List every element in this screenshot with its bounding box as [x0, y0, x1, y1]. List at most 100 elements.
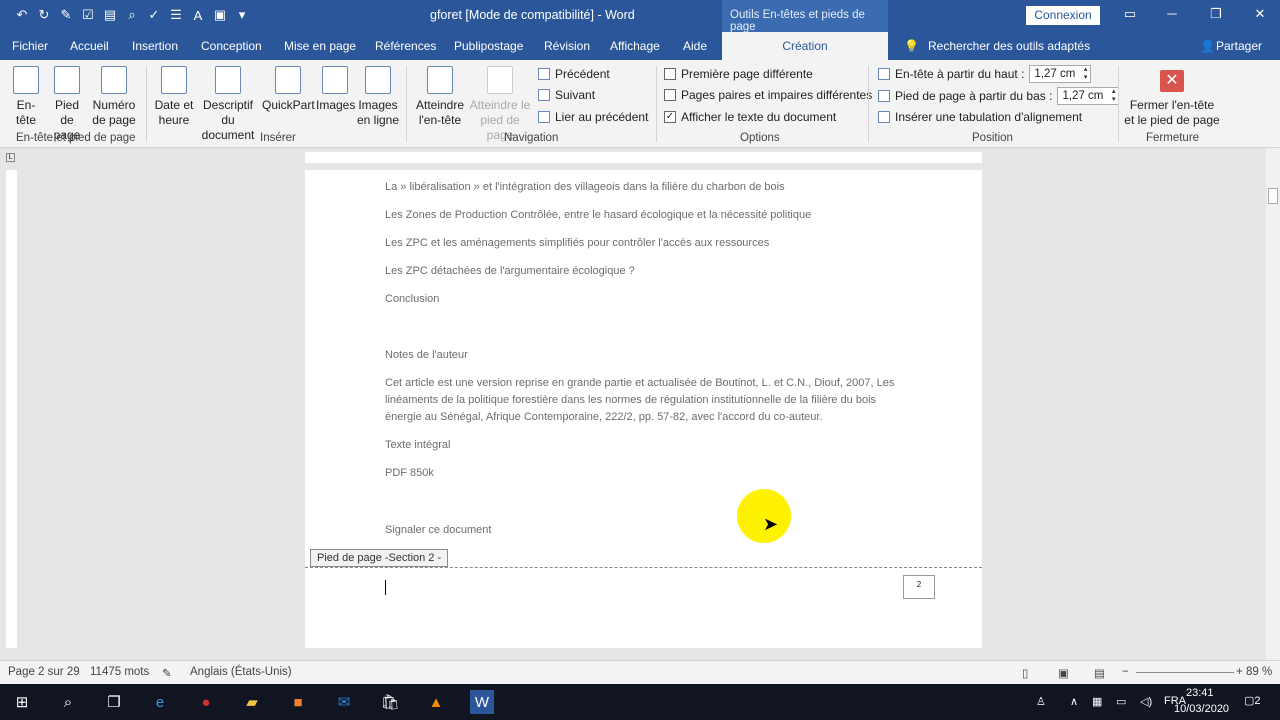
zoom-level[interactable]: 89 %	[1246, 666, 1272, 678]
atteindre-entete-button[interactable]: Atteindre l'en-tête	[414, 66, 466, 128]
search-tools-link[interactable]: Rechercher des outils adaptés	[928, 39, 1090, 53]
tab-publipostage[interactable]: Publipostage	[454, 39, 523, 53]
quickpart-button[interactable]: QuickPart	[262, 66, 315, 113]
page-count[interactable]: Page 2 sur 29	[8, 666, 80, 678]
insert-tab-button[interactable]: Insérer une tabulation d'alignement	[878, 110, 1082, 124]
tab-selector[interactable]: L	[6, 153, 15, 162]
ribbon-display-icon[interactable]: ▭	[1120, 6, 1140, 24]
lier-precedent-button[interactable]: Lier au précédent	[538, 110, 648, 124]
text-line[interactable]: Texte intégral	[385, 439, 450, 451]
tab-mise-en-page[interactable]: Mise en page	[284, 39, 356, 53]
tab-creation[interactable]: Création	[722, 32, 888, 60]
numbering-icon[interactable]: ☰	[168, 7, 184, 23]
store-icon[interactable]: 🛍	[378, 690, 402, 714]
chevron-up-icon[interactable]: ∧	[1070, 695, 1078, 708]
tab-affichage[interactable]: Affichage	[610, 39, 660, 53]
save-icon[interactable]: ▣	[212, 7, 228, 23]
battery-icon[interactable]: ▭	[1116, 695, 1126, 708]
document-page[interactable]: La » libéralisation » et l'intégration d…	[305, 170, 982, 648]
text-line[interactable]: Les ZPC et les aménagements simplifiés p…	[385, 237, 769, 249]
text-line[interactable]: Cet article est une version reprise en g…	[385, 377, 894, 389]
text-line[interactable]: Signaler ce document	[385, 524, 491, 536]
close-icon[interactable]: ✕	[1250, 6, 1270, 24]
text-line[interactable]: Les Zones de Production Contrôlée, entre…	[385, 209, 811, 221]
edge-icon[interactable]: e	[148, 690, 172, 714]
checkbox-icon[interactable]	[664, 68, 676, 80]
notification-center[interactable]: ▢2	[1244, 694, 1261, 707]
text-line[interactable]: Les ZPC détachées de l'argumentaire écol…	[385, 265, 635, 277]
option-pages-paires[interactable]: Pages paires et impaires différentes	[664, 88, 872, 102]
clock-time[interactable]: 23:41	[1186, 687, 1214, 699]
vlc-icon[interactable]: ▲	[424, 690, 448, 714]
checklist-icon[interactable]: ☑	[80, 7, 96, 23]
minimize-icon[interactable]: ─	[1162, 6, 1182, 24]
spelling-icon[interactable]: ✓	[146, 7, 162, 23]
zoom-slider[interactable]	[1136, 672, 1234, 673]
network-icon[interactable]: ▦	[1092, 695, 1102, 708]
text-line[interactable]: Conclusion	[385, 293, 439, 305]
images-en-ligne-button[interactable]: Images en ligne	[356, 66, 400, 128]
mail-icon[interactable]: ✉	[332, 690, 356, 714]
footer-position-input[interactable]: 1,27 cm	[1057, 87, 1120, 105]
zoom-out-icon[interactable]: −	[1122, 666, 1129, 678]
document-icon[interactable]: ▤	[102, 7, 118, 23]
app-orange-icon[interactable]: ■	[286, 690, 310, 714]
vertical-scrollbar[interactable]	[1266, 148, 1280, 660]
clock-date[interactable]: 10/03/2020	[1174, 703, 1229, 715]
text-line[interactable]: linéaments de la politique forestière da…	[385, 394, 876, 406]
checkbox-icon[interactable]	[664, 89, 676, 101]
tab-revision[interactable]: Révision	[544, 39, 590, 53]
people-icon[interactable]: ♙	[1036, 695, 1046, 708]
horizontal-ruler[interactable]	[305, 152, 982, 163]
search-icon[interactable]: ⌕	[56, 690, 80, 714]
suivant-button[interactable]: Suivant	[538, 88, 595, 102]
fermer-button[interactable]: ✕ Fermer l'en-tête et le pied de page	[1124, 70, 1220, 128]
entete-button[interactable]: En-tête	[10, 66, 42, 128]
share-button[interactable]: Partager	[1216, 39, 1262, 53]
page-number-box[interactable]: 2	[903, 575, 935, 599]
proofing-icon[interactable]: ✎	[162, 666, 172, 680]
tab-fichier[interactable]: Fichier	[12, 39, 48, 53]
word-count[interactable]: 11475 mots	[90, 666, 149, 678]
read-mode-icon[interactable]: ▯	[1022, 666, 1028, 680]
images-button[interactable]: Images	[316, 66, 355, 113]
undo-icon[interactable]: ↶	[14, 7, 30, 23]
text-color-icon[interactable]: A	[190, 7, 206, 23]
precedent-button[interactable]: Précédent	[538, 67, 610, 81]
windows-start-icon[interactable]: ⊞	[10, 690, 34, 714]
print-preview-icon[interactable]: ⌕	[124, 7, 140, 23]
task-view-icon[interactable]: ❐	[102, 690, 126, 714]
header-position-input[interactable]: 1,27 cm	[1029, 65, 1092, 83]
text-line[interactable]: Notes de l'auteur	[385, 349, 468, 361]
date-heure-button[interactable]: Date et heure	[154, 66, 194, 128]
checkbox-checked-icon[interactable]: ✓	[664, 111, 676, 123]
text-line[interactable]: La » libéralisation » et l'intégration d…	[385, 181, 785, 193]
tab-conception[interactable]: Conception	[201, 39, 262, 53]
numero-de-page-button[interactable]: Numéro de page	[90, 66, 138, 128]
option-premiere-page[interactable]: Première page différente	[664, 67, 813, 81]
connexion-button[interactable]: Connexion	[1026, 6, 1100, 25]
print-layout-icon[interactable]: ▣	[1058, 666, 1069, 680]
language-status[interactable]: Anglais (États-Unis)	[190, 666, 292, 678]
zoom-in-icon[interactable]: +	[1236, 666, 1243, 678]
tab-accueil[interactable]: Accueil	[70, 39, 109, 53]
option-afficher-texte[interactable]: ✓ Afficher le texte du document	[664, 110, 836, 124]
app-red-icon[interactable]: ●	[194, 690, 218, 714]
scrollbar-thumb[interactable]	[1268, 188, 1278, 204]
volume-icon[interactable]: ◁)	[1140, 695, 1152, 708]
format-painter-icon[interactable]: ✎	[58, 7, 74, 23]
title-bar: ↶ ↻ ✎ ☑ ▤ ⌕ ✓ ☰ A ▣ ▾ gforet [Mode de co…	[0, 0, 1280, 33]
text-line[interactable]: PDF 850k	[385, 467, 434, 479]
vertical-ruler[interactable]	[6, 170, 17, 648]
web-layout-icon[interactable]: ▤	[1094, 666, 1105, 680]
word-icon[interactable]: W	[470, 690, 494, 714]
maximize-icon[interactable]: ❐	[1206, 6, 1226, 24]
text-line[interactable]: énergie au Sénégal, Afrique Contemporain…	[385, 411, 823, 423]
descriptif-document-button[interactable]: Descriptif du document	[196, 66, 260, 143]
tab-references[interactable]: Références	[375, 39, 436, 53]
redo-icon[interactable]: ↻	[36, 7, 52, 23]
tab-aide[interactable]: Aide	[683, 39, 707, 53]
file-explorer-icon[interactable]: ▰	[240, 690, 264, 714]
tab-insertion[interactable]: Insertion	[132, 39, 178, 53]
customize-qat-icon[interactable]: ▾	[234, 7, 250, 23]
